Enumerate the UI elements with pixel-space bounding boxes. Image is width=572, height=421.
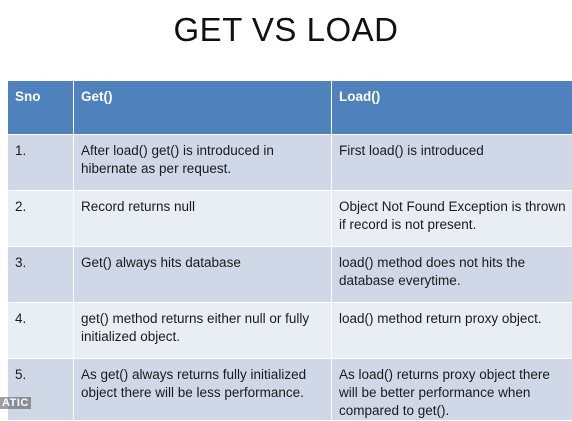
cell-get: Record returns null (73, 190, 332, 247)
cell-load: Object Not Found Exception is thrown if … (331, 190, 572, 247)
slide-title: GET VS LOAD (173, 11, 399, 48)
cell-sno: 2. (7, 190, 74, 247)
cell-sno: 5. (7, 358, 74, 421)
cell-get: As get() always returns fully initialize… (73, 358, 332, 421)
watermark-logo: ATIC (0, 397, 31, 409)
cell-load: load() method does not hits the database… (331, 246, 572, 303)
table-row: 3. Get() always hits database load() met… (7, 246, 572, 303)
table-row: 4. get() method returns either null or f… (7, 302, 572, 359)
cell-get: Get() always hits database (73, 246, 332, 303)
header-get: Get() (73, 80, 332, 135)
header-sno: Sno (7, 80, 74, 135)
cell-sno: 4. (7, 302, 74, 359)
table-row: 1. After load() get() is introduced in h… (7, 134, 572, 191)
cell-sno: 3. (7, 246, 74, 303)
cell-load: First load() is introduced (331, 134, 572, 191)
table-header-row: Sno Get() Load() (7, 80, 572, 135)
table-row: 5. As get() always returns fully initial… (7, 358, 572, 421)
header-load: Load() (331, 80, 572, 135)
cell-sno: 1. (7, 134, 74, 191)
cell-load: load() method return proxy object. (331, 302, 572, 359)
cell-get: get() method returns either null or full… (73, 302, 332, 359)
comparison-table: Sno Get() Load() 1. After load() get() i… (7, 80, 572, 421)
cell-get: After load() get() is introduced in hibe… (73, 134, 332, 191)
table-row: 2. Record returns null Object Not Found … (7, 190, 572, 247)
cell-load: As load() returns proxy object there wil… (331, 358, 572, 421)
